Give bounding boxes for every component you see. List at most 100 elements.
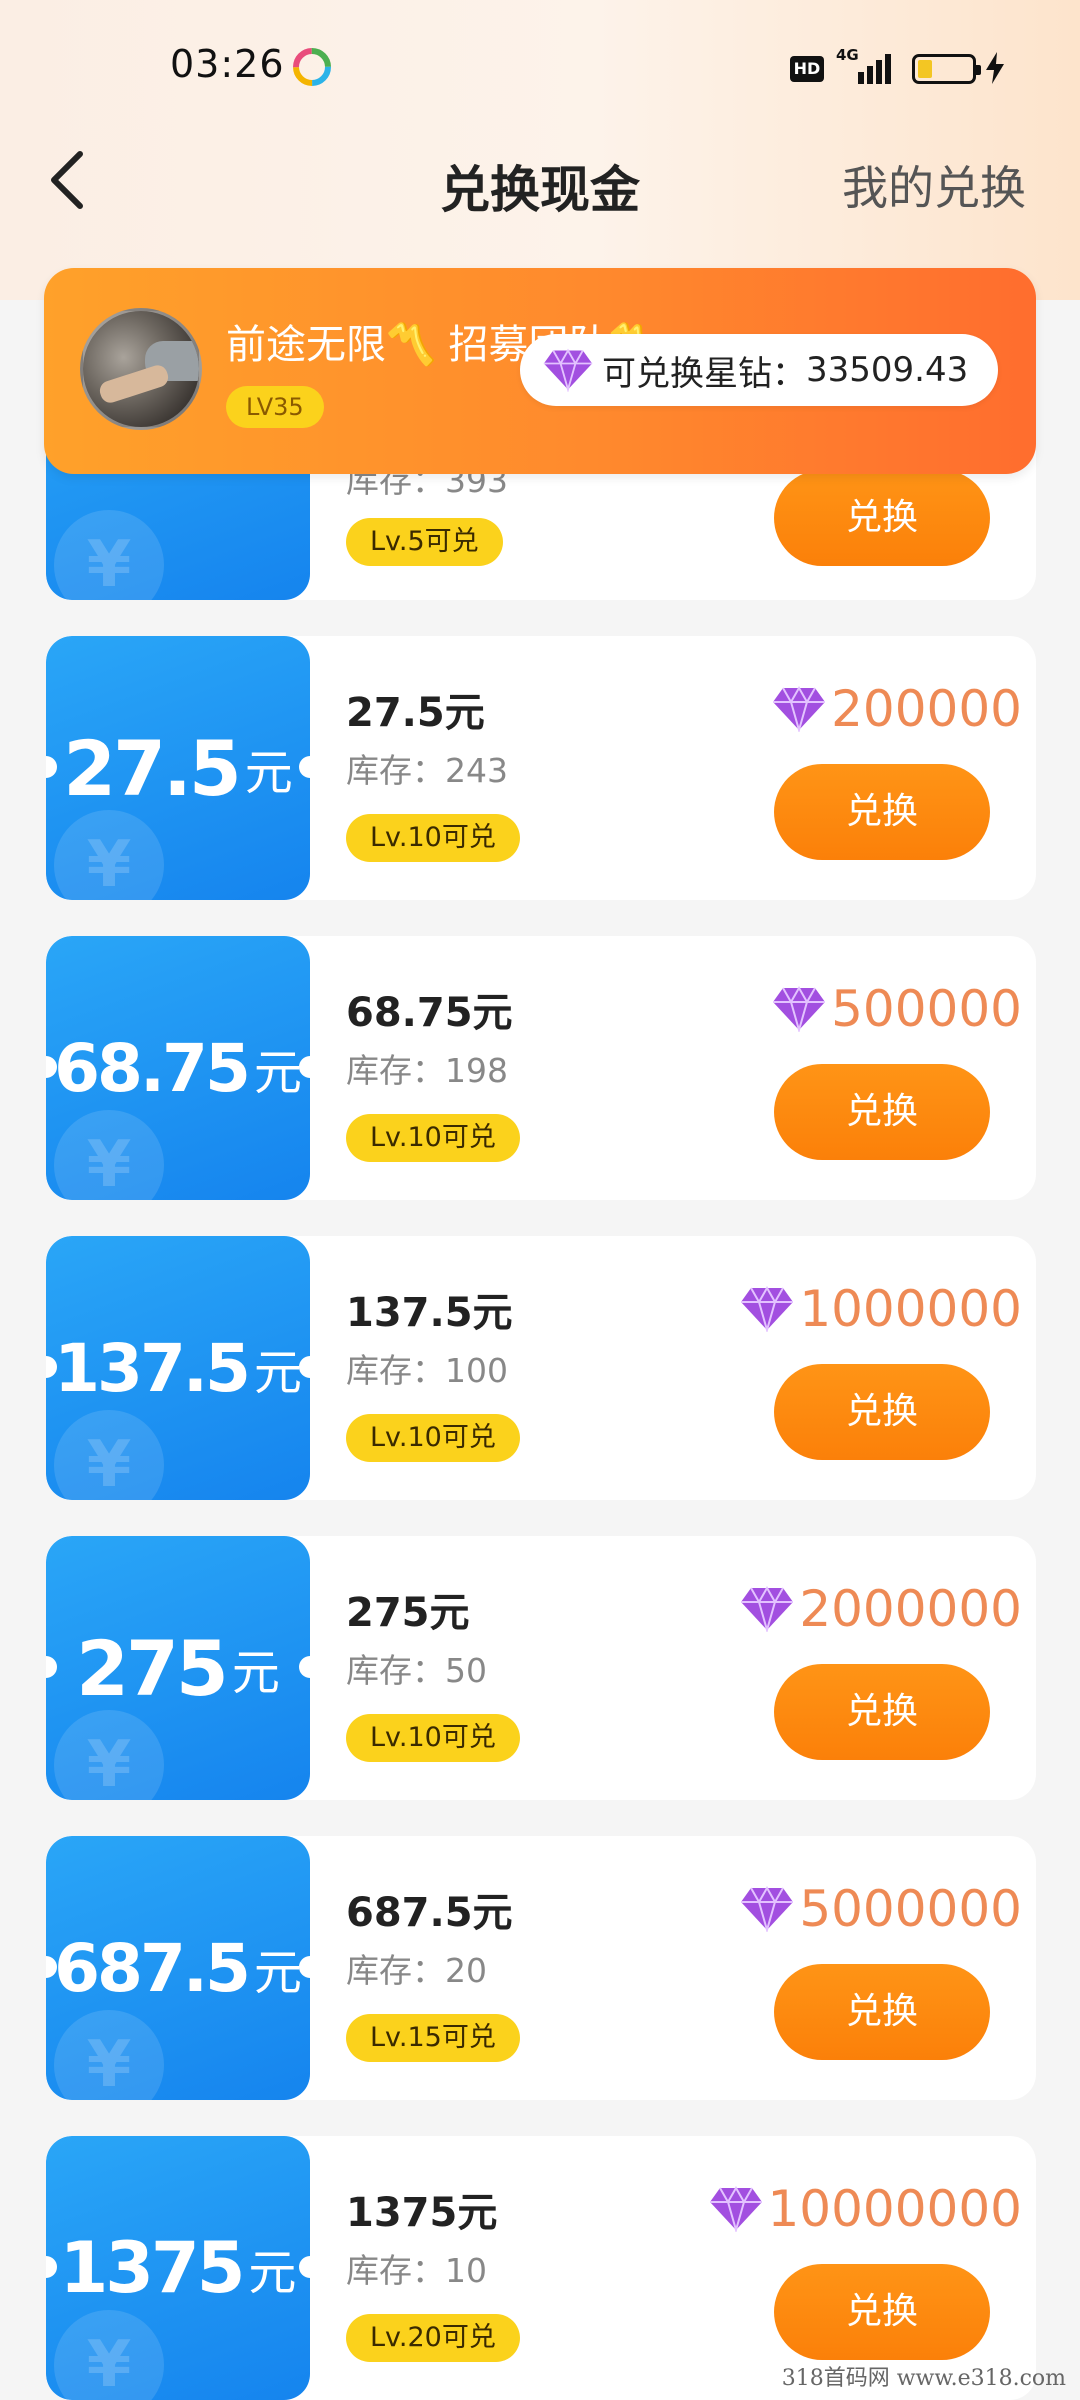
level-requirement-badge: Lv.10可兑 (346, 1414, 520, 1462)
item-name: 275元 (346, 1590, 470, 1636)
charging-icon (986, 52, 1004, 84)
exchange-button[interactable]: 兑换 (774, 470, 990, 566)
stock-label: 库存： (346, 1651, 445, 1690)
stock-label: 库存： (346, 751, 445, 790)
stock-label: 库存： (346, 2251, 445, 2290)
cash-ticket: ¥ 1375 元 (46, 2136, 310, 2400)
ticket-amount-value: 27.5 (63, 723, 242, 813)
ticket-amount: 687.5 元 (46, 1836, 310, 2100)
exchange-item: ¥ 137.5 元 137.5元 库存：100 Lv.10可兑 1000000 兑… (46, 1236, 1036, 1500)
exchange-button[interactable]: 兑换 (774, 1964, 990, 2060)
cash-ticket: ¥ 275 元 (46, 1536, 310, 1800)
exchange-item: ¥ 68.75 元 68.75元 库存：198 Lv.10可兑 500000 兑换 (46, 936, 1036, 1200)
diamond-icon (741, 1886, 794, 1932)
level-requirement-badge: Lv.5可兑 (346, 518, 503, 566)
exchange-button[interactable]: 兑换 (774, 1664, 990, 1760)
app-notification-icon (293, 48, 331, 86)
ticket-amount: 27.5 元 (46, 636, 310, 900)
status-bar: 03:26 HD 4G (0, 0, 1080, 130)
level-requirement-badge: Lv.20可兑 (346, 2314, 520, 2362)
stock-value: 198 (445, 1051, 508, 1090)
stock-row: 库存：243 (346, 744, 508, 792)
price-value: 500000 (831, 980, 1022, 1038)
ticket-amount-unit: 元 (253, 1945, 302, 2001)
price: 10000000 (708, 2180, 1023, 2238)
price: 200000 (771, 680, 1022, 738)
ticket-amount-value: 68.75 (54, 1029, 251, 1107)
item-name: 137.5元 (346, 1290, 513, 1336)
ticket-amount: 275 元 (46, 1536, 310, 1800)
status-time: 03:26 (170, 42, 285, 86)
user-level-badge: LV35 (226, 386, 324, 428)
price-value: 10000000 (767, 2180, 1023, 2238)
my-exchange-link[interactable]: 我的兑换 (842, 152, 1026, 218)
stock-value: 50 (445, 1651, 487, 1690)
item-name: 27.5元 (346, 690, 485, 736)
item-name: 1375元 (346, 2190, 498, 2236)
exchange-button[interactable]: 兑换 (774, 1364, 990, 1460)
back-arrow-icon[interactable] (40, 140, 100, 220)
stock-row: 库存：20 (346, 1944, 487, 1992)
diamond-icon (543, 348, 593, 392)
exchange-item: ¥ 687.5 元 687.5元 库存：20 Lv.15可兑 5000000 兑换 (46, 1836, 1036, 2100)
price-value: 200000 (831, 680, 1022, 738)
stock-label: 库存： (346, 1051, 445, 1090)
diamond-icon (773, 986, 826, 1032)
exchange-button[interactable]: 兑换 (774, 1064, 990, 1160)
ticket-amount-value: 137.5 (54, 1329, 251, 1407)
yen-icon: ¥ (54, 510, 164, 600)
ticket-amount-unit: 元 (231, 1645, 280, 1701)
stock-row: 库存：198 (346, 1044, 508, 1092)
ticket-amount-value: 1375 (59, 2227, 246, 2309)
ticket-amount: 68.75 元 (46, 936, 310, 1200)
ticket-amount-value: 275 (76, 1623, 229, 1713)
diamond-icon (741, 1286, 794, 1332)
item-name: 687.5元 (346, 1890, 513, 1936)
level-requirement-badge: Lv.10可兑 (346, 814, 520, 862)
cash-ticket: ¥ 137.5 元 (46, 1236, 310, 1500)
ticket-amount-unit: 元 (253, 1045, 302, 1101)
level-requirement-badge: Lv.15可兑 (346, 2014, 520, 2062)
stock-row: 库存：100 (346, 1344, 508, 1392)
stock-value: 20 (445, 1951, 487, 1990)
signal-icon (858, 54, 891, 84)
balance-pill: 可兑换星钻： 33509.43 (520, 334, 998, 406)
stock-row: 库存：10 (346, 2244, 487, 2292)
diamond-icon (709, 2186, 762, 2232)
stock-value: 10 (445, 2251, 487, 2290)
balance-label: 可兑换星钻： (602, 353, 806, 394)
exchange-button[interactable]: 兑换 (774, 764, 990, 860)
level-requirement-badge: Lv.10可兑 (346, 1114, 520, 1162)
price-value: 1000000 (799, 1280, 1022, 1338)
price: 1000000 (739, 1280, 1022, 1338)
exchange-button[interactable]: 兑换 (774, 2264, 990, 2360)
battery-icon (912, 54, 981, 84)
price-value: 2000000 (799, 1580, 1022, 1638)
ticket-amount: 137.5 元 (46, 1236, 310, 1500)
cash-ticket: ¥ 68.75 元 (46, 936, 310, 1200)
ticket-amount: 1375 元 (46, 2136, 310, 2400)
stock-row: 库存：50 (346, 1644, 487, 1692)
user-card: 前途无限〽️ 招募团队〽️ LV35 可兑换星钻： 33509.43 (44, 268, 1036, 474)
ticket-amount-value: 687.5 (54, 1929, 251, 2007)
balance-value: 33509.43 (806, 350, 969, 390)
diamond-icon (741, 1586, 794, 1632)
stock-label: 库存： (346, 1951, 445, 1990)
price: 5000000 (739, 1880, 1022, 1938)
ticket-amount-unit: 元 (244, 745, 293, 801)
level-requirement-badge: Lv.10可兑 (346, 1714, 520, 1762)
item-name: 68.75元 (346, 990, 513, 1036)
watermark: 318首码网 www.e318.com (781, 2366, 1066, 2391)
ticket-amount-unit: 元 (253, 1345, 302, 1401)
ticket-amount-unit: 元 (248, 2245, 297, 2301)
stock-value: 243 (445, 751, 508, 790)
cash-ticket: ¥ 27.5 元 (46, 636, 310, 900)
avatar[interactable] (80, 308, 202, 430)
cash-ticket: ¥ 687.5 元 (46, 1836, 310, 2100)
exchange-item: ¥ 27.5 元 27.5元 库存：243 Lv.10可兑 200000 兑换 (46, 636, 1036, 900)
exchange-item: ¥ 275 元 275元 库存：50 Lv.10可兑 2000000 兑换 (46, 1536, 1036, 1800)
price: 500000 (771, 980, 1022, 1038)
price-value: 5000000 (799, 1880, 1022, 1938)
price: 2000000 (739, 1580, 1022, 1638)
stock-value: 100 (445, 1351, 508, 1390)
